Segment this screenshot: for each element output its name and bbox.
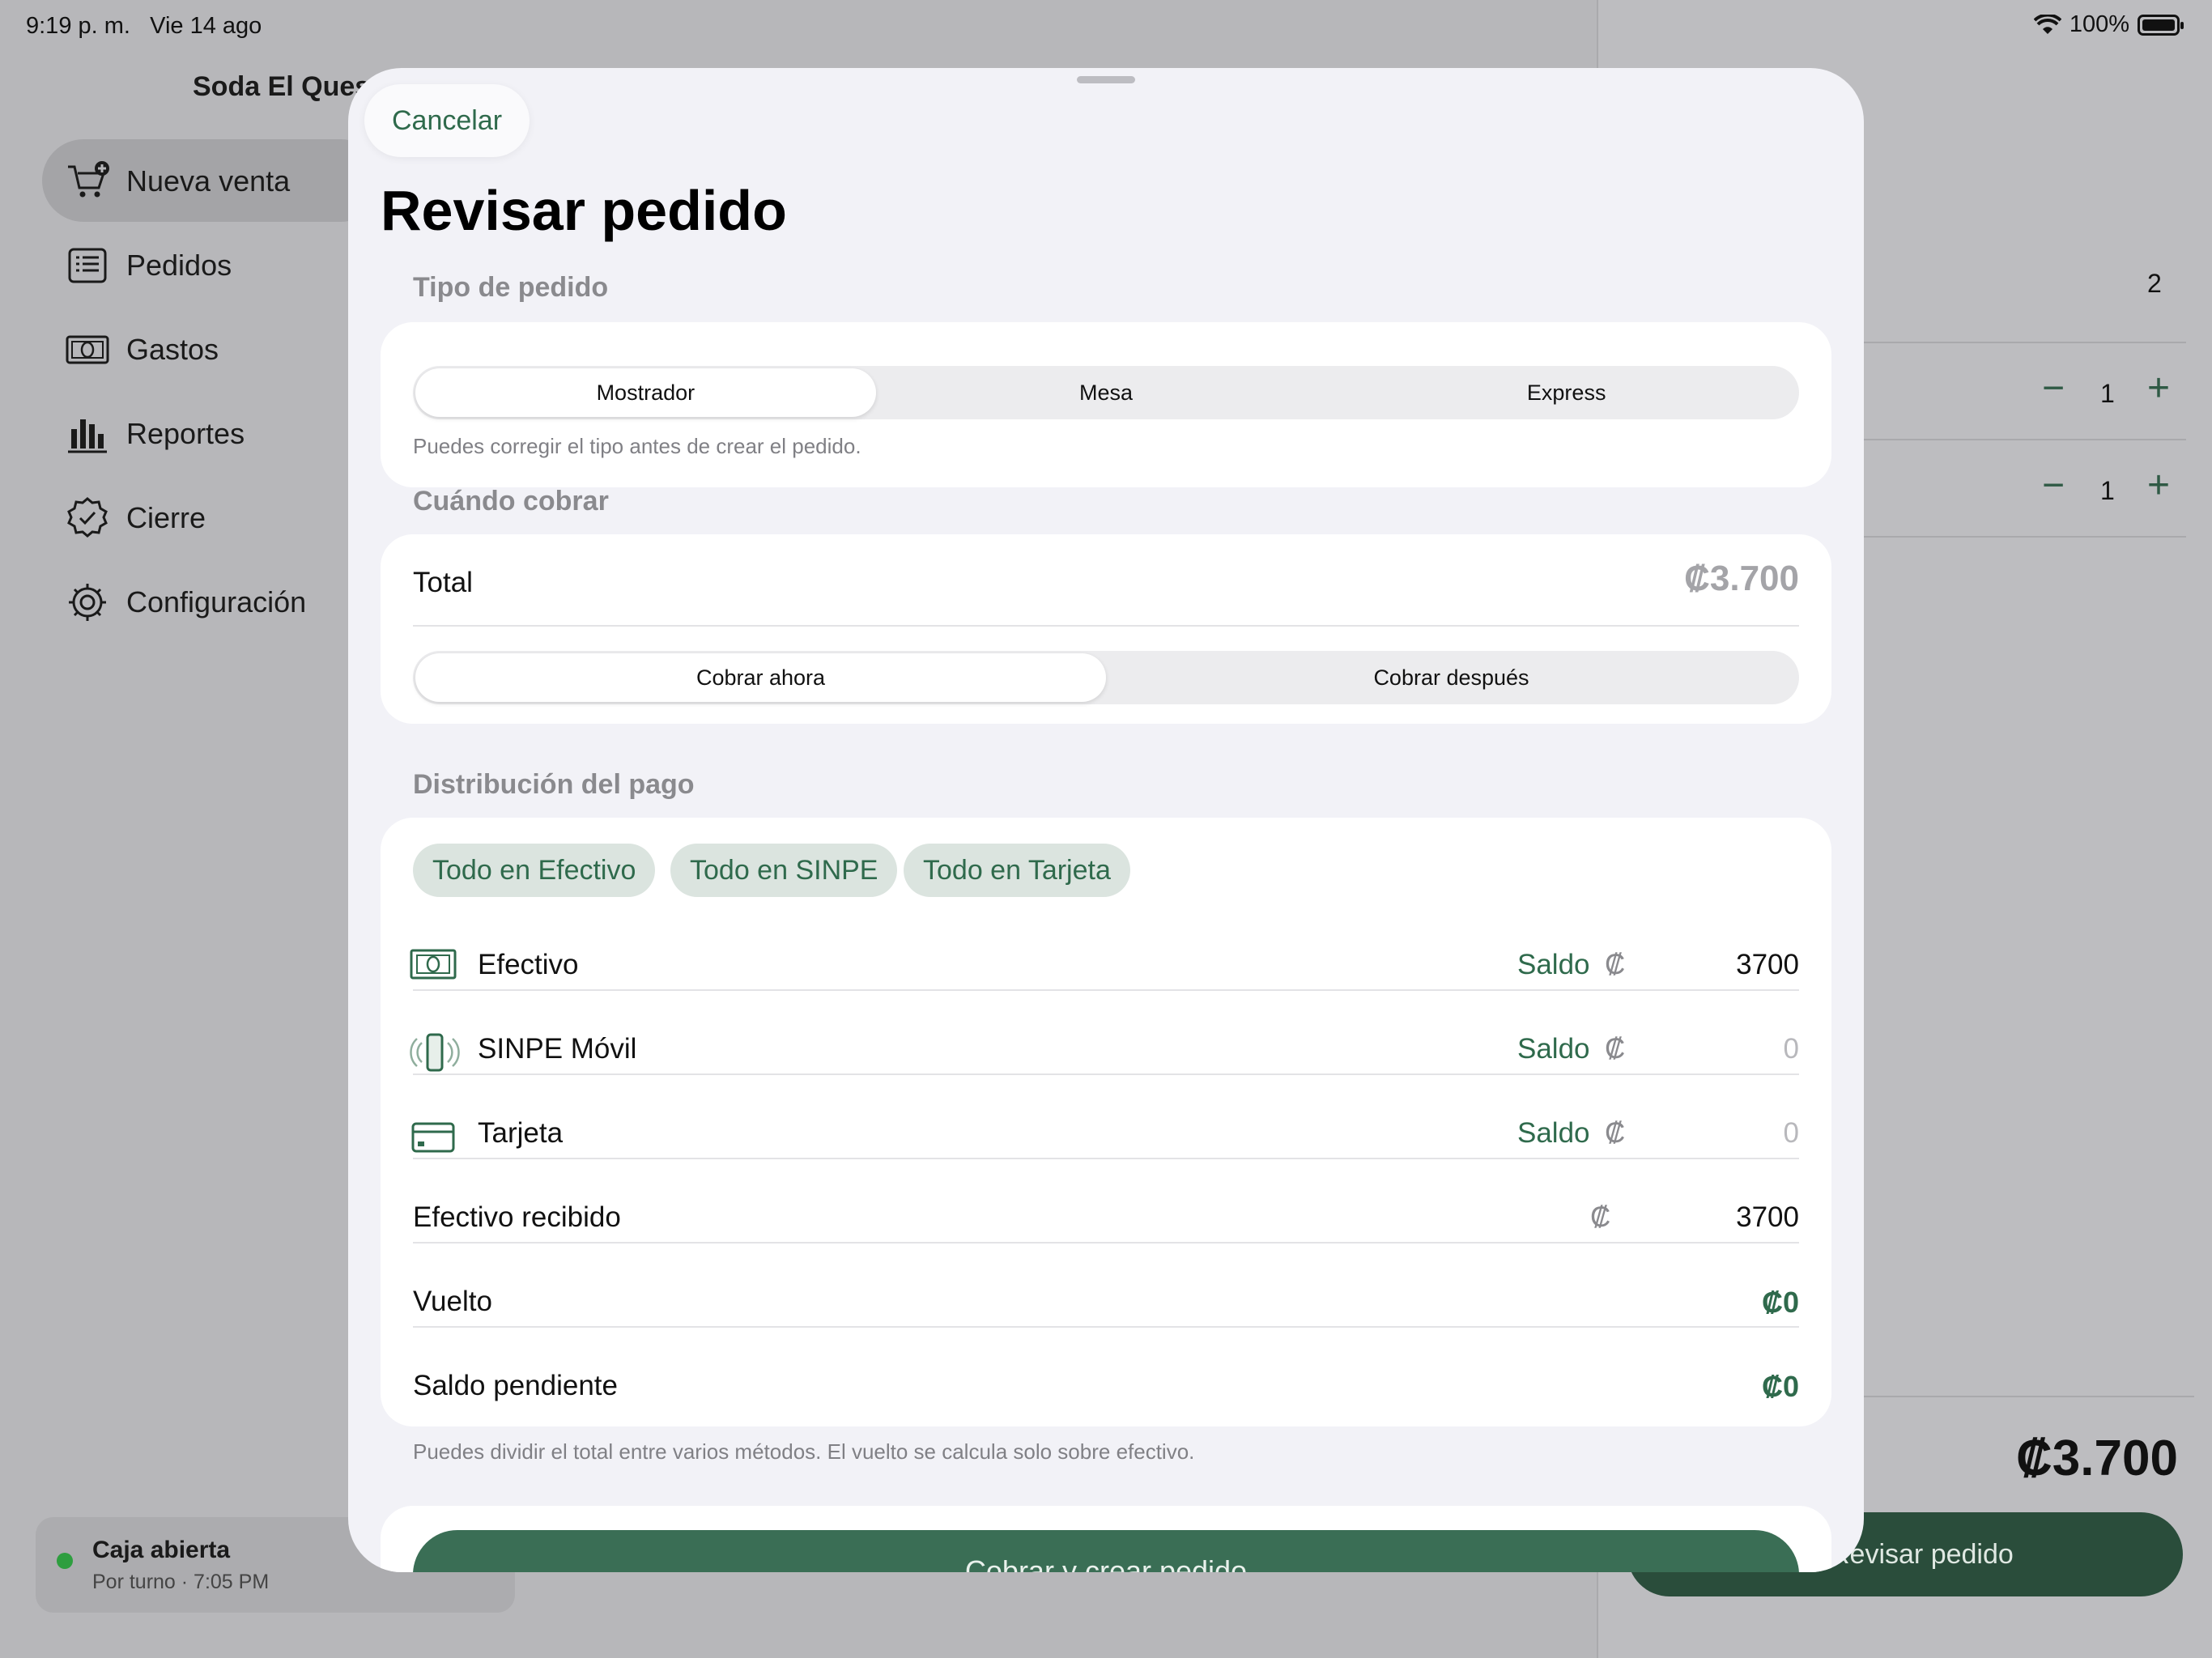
payment-card: Todo en Efectivo Todo en SINPE Todo en T… bbox=[381, 818, 1831, 1426]
divider bbox=[1854, 439, 2186, 440]
sidebar-item-cierre[interactable]: Cierre bbox=[65, 495, 206, 541]
sidebar-item-configuracion[interactable]: Configuración bbox=[65, 580, 306, 625]
status-indicators: 100% bbox=[2033, 11, 2184, 38]
section-heading-order-type: Tipo de pedido bbox=[413, 272, 609, 303]
charge-and-create-button[interactable]: Cobrar y crear pedido bbox=[413, 1530, 1799, 1572]
sidebar-item-label: Gastos bbox=[126, 333, 219, 366]
segment-express[interactable]: Express bbox=[1336, 368, 1797, 417]
when-card: Total ₡3.700 Cobrar ahora Cobrar después bbox=[381, 534, 1831, 724]
amount-field[interactable]: 0 bbox=[1784, 1117, 1799, 1150]
status-time: 9:19 p. m. Vie 14 ago bbox=[26, 13, 262, 39]
order-type-note: Puedes corregir el tipo antes de crear e… bbox=[413, 434, 861, 458]
decrease-qty-button[interactable]: − bbox=[2042, 366, 2065, 410]
page-title: Revisar pedido bbox=[381, 179, 787, 242]
total-label: Total bbox=[413, 567, 473, 598]
saldo-button[interactable]: Saldo bbox=[1517, 1033, 1590, 1065]
cart-plus-icon bbox=[68, 161, 109, 198]
status-dot bbox=[57, 1553, 73, 1569]
divider bbox=[413, 989, 1799, 991]
divider bbox=[413, 1242, 1799, 1244]
battery-icon bbox=[2138, 14, 2184, 36]
phone-waves-icon bbox=[410, 1033, 460, 1072]
amount-field[interactable]: 3700 bbox=[1736, 949, 1799, 981]
divider bbox=[413, 1158, 1799, 1159]
all-card-chip[interactable]: Todo en Tarjeta bbox=[904, 844, 1130, 897]
chart-bars-icon bbox=[68, 419, 107, 453]
cancel-button[interactable]: Cancelar bbox=[364, 84, 530, 157]
segment-cobrar-despues[interactable]: Cobrar después bbox=[1106, 653, 1797, 702]
caja-subtitle: Por turno · 7:05 PM bbox=[92, 1571, 270, 1593]
currency-symbol: ₡ bbox=[1605, 1033, 1626, 1065]
sidebar-item-label: Pedidos bbox=[126, 249, 232, 282]
sidebar-item-reportes[interactable]: Reportes bbox=[65, 411, 245, 457]
credit-card-icon bbox=[411, 1122, 455, 1153]
cart-count: 2 bbox=[2147, 269, 2162, 298]
order-type-segmented-control[interactable]: Mostrador Mesa Express bbox=[413, 366, 1799, 419]
gear-icon bbox=[69, 584, 106, 621]
sidebar-item-label: Configuración bbox=[126, 585, 307, 619]
decrease-qty-button[interactable]: − bbox=[2042, 463, 2065, 508]
segment-mesa[interactable]: Mesa bbox=[876, 368, 1337, 417]
divider bbox=[1838, 1396, 2194, 1397]
divider bbox=[413, 625, 1799, 627]
sidebar-item-label: Nueva venta bbox=[126, 164, 291, 198]
cart-total: ₡3.700 bbox=[2016, 1431, 2178, 1486]
method-name: Tarjeta bbox=[478, 1117, 564, 1149]
divider bbox=[413, 1326, 1799, 1328]
when-segmented-control[interactable]: Cobrar ahora Cobrar después bbox=[413, 651, 1799, 704]
increase-qty-button[interactable]: + bbox=[2147, 463, 2170, 508]
sidebar-item-nueva-venta[interactable]: Nueva venta bbox=[65, 159, 290, 204]
increase-qty-button[interactable]: + bbox=[2147, 366, 2170, 410]
method-name: SINPE Móvil bbox=[478, 1033, 637, 1065]
total-value: ₡3.700 bbox=[1684, 559, 1799, 598]
pending-label: Saldo pendiente bbox=[413, 1370, 618, 1401]
review-order-sheet: Cancelar Revisar pedido Tipo de pedido M… bbox=[348, 68, 1864, 1572]
cash-received-field[interactable]: 3700 bbox=[1736, 1201, 1799, 1234]
order-type-card: Mostrador Mesa Express bbox=[381, 322, 1831, 487]
sidebar-item-label: Cierre bbox=[126, 501, 206, 534]
divider bbox=[1854, 342, 2186, 343]
divider bbox=[413, 1410, 1799, 1412]
list-icon bbox=[68, 248, 107, 283]
sidebar-item-pedidos[interactable]: Pedidos bbox=[65, 243, 232, 288]
cash-icon bbox=[410, 949, 457, 980]
sidebar-item-gastos[interactable]: Gastos bbox=[65, 327, 219, 372]
divider bbox=[1854, 536, 2186, 538]
segment-mostrador[interactable]: Mostrador bbox=[415, 368, 876, 417]
currency-symbol: ₡ bbox=[1605, 949, 1626, 980]
all-cash-chip[interactable]: Todo en Efectivo bbox=[413, 844, 656, 897]
wifi-icon bbox=[2033, 14, 2061, 34]
payment-note: Puedes dividir el total entre varios mét… bbox=[413, 1439, 1195, 1464]
sidebar-item-label: Reportes bbox=[126, 417, 245, 450]
change-value: ₡0 bbox=[1761, 1286, 1799, 1319]
caja-title: Caja abierta bbox=[92, 1537, 231, 1563]
item-qty: 1 bbox=[2100, 476, 2115, 505]
saldo-button[interactable]: Saldo bbox=[1517, 949, 1590, 981]
battery-percent: 100% bbox=[2069, 11, 2129, 37]
sheet-grabber[interactable] bbox=[1077, 76, 1135, 83]
pending-value: ₡0 bbox=[1761, 1370, 1799, 1403]
checkmark-seal-icon bbox=[67, 497, 108, 538]
cash-received-label: Efectivo recibido bbox=[413, 1201, 621, 1233]
amount-field[interactable]: 0 bbox=[1784, 1033, 1799, 1065]
section-heading-when: Cuándo cobrar bbox=[413, 486, 609, 517]
banknote-icon bbox=[66, 335, 109, 364]
all-sinpe-chip[interactable]: Todo en SINPE bbox=[670, 844, 898, 897]
saldo-button[interactable]: Saldo bbox=[1517, 1117, 1590, 1150]
method-name: Efectivo bbox=[478, 949, 579, 980]
segment-cobrar-ahora[interactable]: Cobrar ahora bbox=[415, 653, 1106, 702]
shop-name: Soda El Ques bbox=[193, 71, 371, 102]
change-label: Vuelto bbox=[413, 1286, 492, 1317]
currency-symbol: ₡ bbox=[1590, 1201, 1611, 1233]
section-heading-payment: Distribución del pago bbox=[413, 769, 695, 800]
currency-symbol: ₡ bbox=[1605, 1117, 1626, 1149]
item-qty: 1 bbox=[2100, 379, 2115, 408]
divider bbox=[413, 1073, 1799, 1075]
